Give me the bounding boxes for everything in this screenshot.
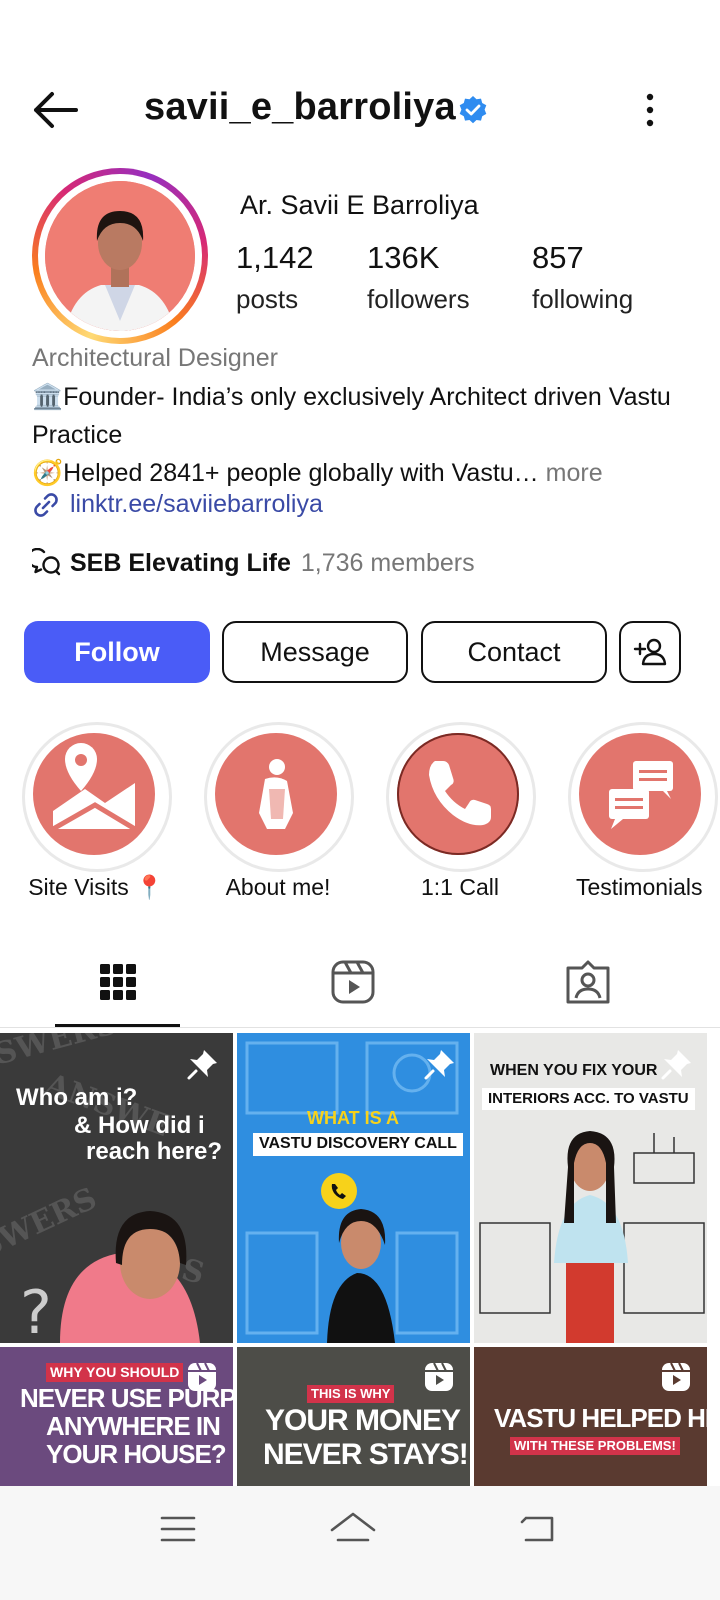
highlight-label: Site Visits 📍 xyxy=(28,874,164,900)
post-caption: VASTU HELPED HER xyxy=(494,1403,707,1433)
menu-icon[interactable] xyxy=(158,1512,198,1546)
post-caption: THIS IS WHY xyxy=(307,1385,395,1403)
reel-icon xyxy=(188,1362,216,1391)
post-caption: ANYWHERE IN xyxy=(46,1411,221,1441)
post-caption: & How did i xyxy=(74,1112,205,1139)
tab-posts-grid[interactable] xyxy=(94,958,142,1006)
profile-category: Architectural Designer xyxy=(32,344,278,372)
highlight-about-me[interactable] xyxy=(204,722,354,872)
post-caption: NEVER STAYS! xyxy=(263,1438,469,1471)
full-name: Ar. Savii E Barroliya xyxy=(240,190,479,220)
bio-line: 🏛️Founder- India’s only exclusively Arch… xyxy=(32,383,671,449)
highlight-call[interactable] xyxy=(386,722,536,872)
bio-link-text[interactable]: linktr.ee/saviiebarroliya xyxy=(70,490,323,519)
post-caption: WITH THESE PROBLEMS! xyxy=(510,1437,680,1455)
tagged-icon xyxy=(566,960,610,1004)
options-menu-button[interactable] xyxy=(642,92,658,132)
grid-icon xyxy=(100,964,136,1000)
tab-reels[interactable] xyxy=(329,958,377,1006)
avatar[interactable] xyxy=(45,181,195,331)
highlight-label: Testimonials xyxy=(576,874,703,900)
reel-icon xyxy=(425,1362,453,1391)
person-icon xyxy=(259,759,293,829)
bio-link[interactable]: linktr.ee/saviiebarroliya xyxy=(32,490,323,519)
post-tile[interactable]: WHEN YOU FIX YOUR INTERIORS ACC. TO VAST… xyxy=(474,1033,707,1343)
post-tile[interactable]: SWERS ANSWE SWERS ANS ? Who am i? & How … xyxy=(0,1033,233,1343)
phone-icon xyxy=(429,761,491,826)
back-button[interactable] xyxy=(30,88,80,132)
highlight-testimonials[interactable] xyxy=(568,722,718,872)
chat-bubbles-icon xyxy=(609,761,673,829)
reels-icon xyxy=(331,960,375,1004)
followers-count[interactable]: 136K xyxy=(367,240,439,276)
link-icon xyxy=(34,492,58,517)
home-icon[interactable] xyxy=(328,1508,378,1548)
suggest-user-button[interactable] xyxy=(619,621,681,683)
arrow-left-icon xyxy=(34,92,78,128)
reel-icon xyxy=(662,1362,690,1391)
kebab-menu-icon xyxy=(646,93,654,127)
followers-label[interactable]: followers xyxy=(367,284,470,315)
bio-line: 🧭Helped 2841+ people globally with Vastu… xyxy=(32,459,603,487)
svg-text:?: ? xyxy=(20,1278,52,1343)
post-caption: YOUR HOUSE? xyxy=(46,1439,227,1469)
bio-text: 🏛️Founder- India’s only exclusively Arch… xyxy=(32,378,692,492)
message-button[interactable]: Message xyxy=(222,621,408,683)
svg-text:SWERS: SWERS xyxy=(0,1181,102,1265)
map-pin-icon xyxy=(51,743,137,832)
posts-count[interactable]: 1,142 xyxy=(236,240,314,276)
reel-tile[interactable]: VASTU HELPED HER WITH THESE PROBLEMS! xyxy=(474,1347,707,1486)
highlight-site-visits[interactable] xyxy=(22,722,172,872)
following-count[interactable]: 857 xyxy=(532,240,584,276)
channel-chat-icon xyxy=(32,548,61,576)
posts-label[interactable]: posts xyxy=(236,284,298,315)
channel-members: 1,736 members xyxy=(300,548,475,577)
verified-badge-icon xyxy=(458,95,488,125)
following-label[interactable]: following xyxy=(532,284,633,315)
reel-tile[interactable]: THIS IS WHY YOUR MONEY NEVER STAYS! xyxy=(237,1347,470,1486)
highlight-label: 1:1 Call xyxy=(421,874,499,900)
svg-text:SWERS: SWERS xyxy=(0,1033,121,1072)
post-caption: Who am i? xyxy=(16,1084,138,1111)
pin-icon xyxy=(661,1050,691,1080)
highlight-label: About me! xyxy=(225,874,331,900)
profile-username: savii_e_barroliya xyxy=(144,86,456,128)
pin-icon xyxy=(187,1050,217,1080)
contact-button[interactable]: Contact xyxy=(421,621,607,683)
broadcast-channel[interactable]: SEB Elevating Life 1,736 members xyxy=(32,548,475,578)
channel-name[interactable]: SEB Elevating Life xyxy=(70,549,291,578)
reel-tile[interactable]: WHY YOU SHOULD NEVER USE PURPLE ANYWHERE… xyxy=(0,1347,233,1486)
pin-icon xyxy=(424,1050,454,1080)
add-person-icon xyxy=(633,638,667,666)
back-icon[interactable] xyxy=(518,1512,558,1546)
post-caption: WHEN YOU FIX YOUR xyxy=(490,1062,658,1079)
post-caption: WHY YOU SHOULD xyxy=(46,1363,184,1382)
more-link[interactable]: more xyxy=(539,459,603,487)
post-caption: reach here? xyxy=(86,1138,223,1165)
system-navigation-bar xyxy=(0,1486,720,1600)
tab-tagged[interactable] xyxy=(564,958,612,1006)
post-caption: VASTU DISCOVERY CALL xyxy=(253,1133,463,1156)
post-tile[interactable]: WHAT IS A VASTU DISCOVERY CALL xyxy=(237,1033,470,1343)
post-caption: INTERIORS ACC. TO VASTU xyxy=(482,1088,695,1110)
follow-button[interactable]: Follow xyxy=(24,621,210,683)
post-caption: WHAT IS A xyxy=(307,1108,399,1128)
post-caption: YOUR MONEY xyxy=(265,1404,461,1437)
